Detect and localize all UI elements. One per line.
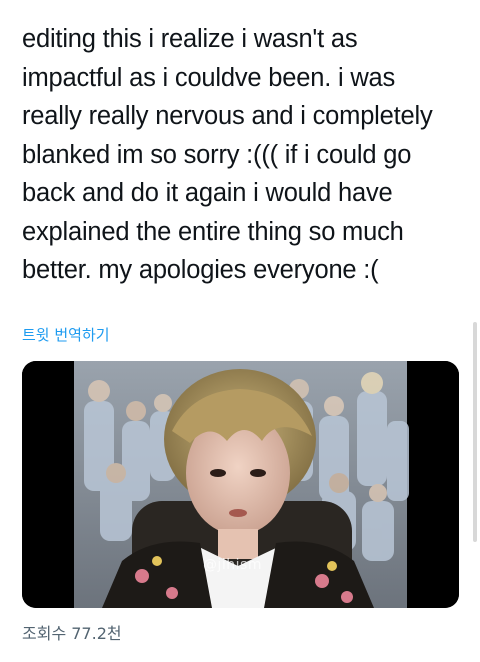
video-watermark: @jihism — [203, 557, 262, 573]
tweet-text: editing this i realize i wasn't as impac… — [22, 25, 433, 284]
scrollbar[interactable] — [473, 322, 477, 542]
video-thumbnail[interactable]: @jihism — [22, 361, 459, 608]
translate-tweet-link[interactable]: 트윗 번역하기 — [22, 324, 110, 345]
view-count: 조회수 77.2천 — [22, 624, 122, 643]
